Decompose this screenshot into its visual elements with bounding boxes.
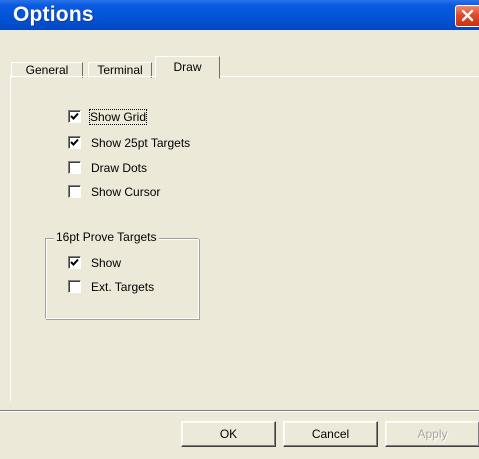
apply-button-label: Apply — [417, 427, 448, 441]
prove-targets-groupbox — [45, 238, 199, 319]
ok-button-label: OK — [219, 427, 238, 441]
prove-show-checkbox[interactable] — [68, 256, 81, 269]
tab-terminal-label: Terminal — [97, 63, 143, 77]
tab-general-label: General — [25, 63, 69, 77]
checkmark-icon — [70, 258, 79, 266]
tab-draw[interactable]: Draw — [155, 56, 220, 79]
checkmark-icon — [70, 138, 79, 146]
title-bar[interactable]: Options — [0, 0, 479, 30]
show-25pt-targets-checkbox[interactable] — [68, 136, 81, 149]
show-25pt-targets-label[interactable]: Show 25pt Targets — [91, 136, 190, 150]
show-cursor-checkbox[interactable] — [68, 185, 81, 198]
panel-bottom-edge — [0, 410, 479, 412]
draw-dots-checkbox[interactable] — [68, 161, 81, 174]
ok-button[interactable]: OK — [181, 421, 276, 447]
prove-targets-title: 16pt Prove Targets — [54, 230, 159, 244]
cancel-button-label: Cancel — [311, 427, 350, 441]
show-grid-label[interactable]: Show Grid — [88, 109, 148, 125]
close-icon — [461, 9, 474, 22]
checkmark-icon — [70, 112, 79, 120]
ext-targets-checkbox[interactable] — [68, 280, 81, 293]
show-cursor-label[interactable]: Show Cursor — [91, 185, 160, 199]
window-title: Options — [13, 3, 94, 26]
tab-draw-label: Draw — [173, 60, 202, 74]
options-dialog: Options General Terminal Draw Show Grid … — [0, 0, 479, 459]
prove-show-label[interactable]: Show — [91, 256, 121, 270]
draw-dots-label[interactable]: Draw Dots — [91, 161, 147, 175]
ext-targets-label[interactable]: Ext. Targets — [91, 280, 154, 294]
cancel-button[interactable]: Cancel — [283, 421, 378, 447]
show-grid-checkbox[interactable] — [68, 110, 81, 123]
apply-button[interactable]: Apply — [385, 421, 479, 447]
close-button[interactable] — [455, 5, 479, 27]
